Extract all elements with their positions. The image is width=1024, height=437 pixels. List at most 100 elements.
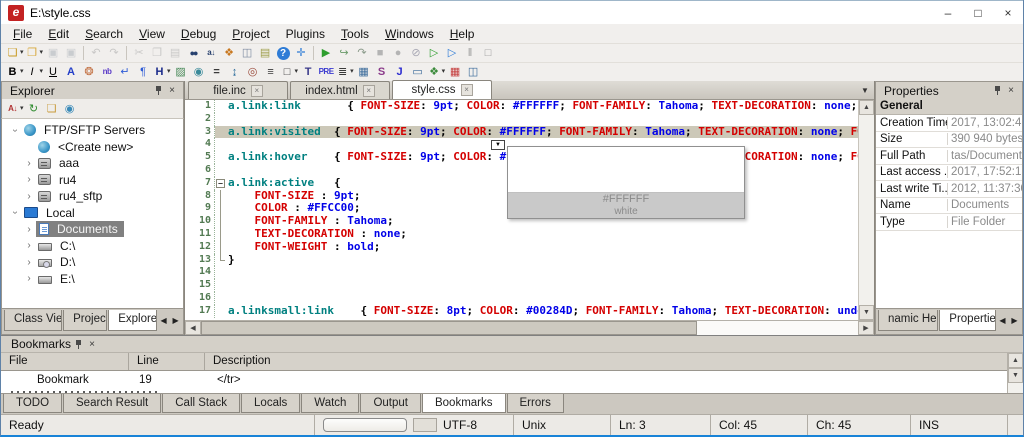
target-icon[interactable]: ◎: [244, 64, 262, 81]
italic-icon[interactable]: I▾: [25, 64, 45, 81]
step-into-icon[interactable]: ↪: [335, 45, 353, 62]
scroll-down-icon[interactable]: ▼: [859, 305, 874, 320]
pin-button[interactable]: [990, 84, 1004, 97]
bookmarks-column-line[interactable]: Line: [129, 353, 205, 370]
tree-item-d-[interactable]: ›D:\: [2, 254, 183, 271]
dock-tab-errors[interactable]: Errors: [507, 394, 564, 413]
step-over-icon[interactable]: ↷: [353, 45, 371, 62]
tab-explorer[interactable]: Explorer: [108, 310, 157, 331]
tab-overflow-icon[interactable]: ▼: [858, 86, 872, 95]
fold-column[interactable]: [215, 228, 226, 241]
document-tab-index-html[interactable]: index.html×: [290, 81, 390, 99]
tree-item-ftp-sftp-servers[interactable]: ›FTP/SFTP Servers: [2, 122, 183, 139]
copy-icon[interactable]: ❐: [148, 45, 166, 62]
menu-item-search[interactable]: Search: [77, 25, 131, 43]
scroll-up-icon[interactable]: ▲: [859, 100, 874, 115]
fold-column[interactable]: [215, 254, 226, 267]
tab-namic-help[interactable]: namic Help: [878, 310, 938, 331]
menu-item-project[interactable]: Project: [224, 25, 277, 43]
code-templates-icon[interactable]: ▤: [256, 45, 274, 62]
frames-icon[interactable]: ◫: [464, 64, 482, 81]
stop-debug-icon[interactable]: ■: [371, 45, 389, 62]
dropdown-arrow-icon[interactable]: ▾: [167, 64, 171, 80]
tree-item-ru4[interactable]: ›ru4: [2, 172, 183, 189]
network-icon[interactable]: ◉: [61, 100, 79, 117]
property-row[interactable]: NameDocuments: [876, 198, 1022, 215]
javascript-icon[interactable]: J: [391, 64, 409, 81]
property-row[interactable]: Full Pathtas/Documents: [876, 148, 1022, 165]
font-color-icon[interactable]: A: [62, 64, 80, 81]
close-icon[interactable]: ×: [85, 338, 99, 351]
dock-tab-locals[interactable]: Locals: [241, 394, 300, 413]
tree-item-aaa[interactable]: ›aaa: [2, 155, 183, 172]
close-icon[interactable]: ×: [165, 84, 179, 97]
dropdown-arrow-icon[interactable]: ▾: [20, 101, 24, 117]
dock-tab-todo[interactable]: TODO: [3, 394, 62, 413]
dropdown-arrow-icon[interactable]: ▾: [20, 64, 24, 80]
div-container-icon[interactable]: □▾: [280, 64, 300, 81]
maximize-button[interactable]: □: [963, 1, 993, 25]
property-row[interactable]: Last write Ti...2012, 11:37:30: [876, 181, 1022, 198]
fullscreen-icon[interactable]: ✛: [292, 45, 310, 62]
tree-item-local[interactable]: ›Local: [2, 205, 183, 222]
anchor-icon[interactable]: ↨: [226, 64, 244, 81]
nbsp-icon[interactable]: nb: [98, 64, 116, 81]
code-line[interactable]: 16: [185, 292, 858, 305]
open-file-icon[interactable]: ❐▾: [25, 45, 45, 62]
bookmarks-column-file[interactable]: File: [1, 353, 129, 370]
menu-item-plugins[interactable]: Plugins: [278, 25, 333, 43]
tree-item--create-new-[interactable]: <Create new>: [2, 139, 183, 156]
menu-item-edit[interactable]: Edit: [40, 25, 77, 43]
folder-sync-icon[interactable]: ❏: [43, 100, 61, 117]
expander-icon[interactable]: ›: [22, 191, 36, 202]
close-icon[interactable]: ×: [363, 85, 375, 97]
menu-item-help[interactable]: Help: [442, 25, 483, 43]
run-browser-icon[interactable]: ▷: [443, 45, 461, 62]
tree-item-e-[interactable]: ›E:\: [2, 271, 183, 288]
tab-scroll-right-icon[interactable]: ▶: [1009, 314, 1020, 327]
scroll-right-icon[interactable]: ▶: [858, 321, 874, 335]
dropdown-arrow-icon[interactable]: ▾: [40, 64, 44, 80]
refresh-icon[interactable]: ↻: [25, 100, 43, 117]
tree-item-c-[interactable]: ›C:\: [2, 238, 183, 255]
image-map-icon[interactable]: ◉: [190, 64, 208, 81]
editor-vertical-scrollbar[interactable]: ▲ ▼: [858, 100, 874, 320]
pause-icon[interactable]: ‖: [461, 45, 479, 62]
stop-icon[interactable]: □: [479, 45, 497, 62]
bold-icon[interactable]: B▾: [5, 64, 25, 81]
minimize-button[interactable]: –: [933, 1, 963, 25]
tab-scroll-right-icon[interactable]: ▶: [170, 314, 181, 327]
properties-section-general[interactable]: General: [876, 99, 1022, 115]
pin-button[interactable]: [71, 338, 85, 351]
align-lines-icon[interactable]: ≡: [262, 64, 280, 81]
expander-icon[interactable]: ›: [22, 257, 36, 268]
redo-icon[interactable]: ↷: [105, 45, 123, 62]
fold-collapse-icon[interactable]: −: [216, 179, 225, 188]
expander-icon[interactable]: ›: [10, 206, 21, 220]
code-line[interactable]: 11 TEXT-DECORATION : none;: [185, 228, 858, 241]
underline-icon[interactable]: U: [44, 64, 62, 81]
hscroll-thumb[interactable]: [201, 321, 697, 335]
clear-breakpoints-icon[interactable]: ⊘: [407, 45, 425, 62]
dock-tab-bookmarks[interactable]: Bookmarks: [422, 394, 506, 413]
menu-item-file[interactable]: File: [5, 25, 40, 43]
menu-item-debug[interactable]: Debug: [173, 25, 224, 43]
tab-scroll-left-icon[interactable]: ◀: [997, 314, 1008, 327]
property-row[interactable]: Creation Time2017, 13:02:46: [876, 115, 1022, 132]
tab-class-view[interactable]: Class View: [4, 310, 62, 331]
dropdown-arrow-icon[interactable]: ▾: [442, 64, 446, 80]
bookmarks-column-description[interactable]: Description: [205, 353, 1007, 370]
pre-tag-icon[interactable]: PRE: [317, 64, 335, 81]
tree-item-ru4-sftp[interactable]: ›ru4_sftp: [2, 188, 183, 205]
editor-horizontal-scrollbar[interactable]: ◀ ▶: [185, 320, 874, 335]
code-line[interactable]: 2: [185, 113, 858, 126]
script-icon[interactable]: S: [373, 64, 391, 81]
find-icon[interactable]: ●●: [184, 45, 202, 62]
document-tab-style-css[interactable]: style.css×: [392, 80, 492, 99]
palette-icon[interactable]: ❂: [80, 64, 98, 81]
dock-tab-search-result[interactable]: Search Result: [63, 394, 161, 413]
paste-icon[interactable]: ▤: [166, 45, 184, 62]
close-icon[interactable]: ×: [1004, 84, 1018, 97]
dock-tab-output[interactable]: Output: [360, 394, 421, 413]
scroll-up-icon[interactable]: ▲: [1008, 353, 1023, 368]
